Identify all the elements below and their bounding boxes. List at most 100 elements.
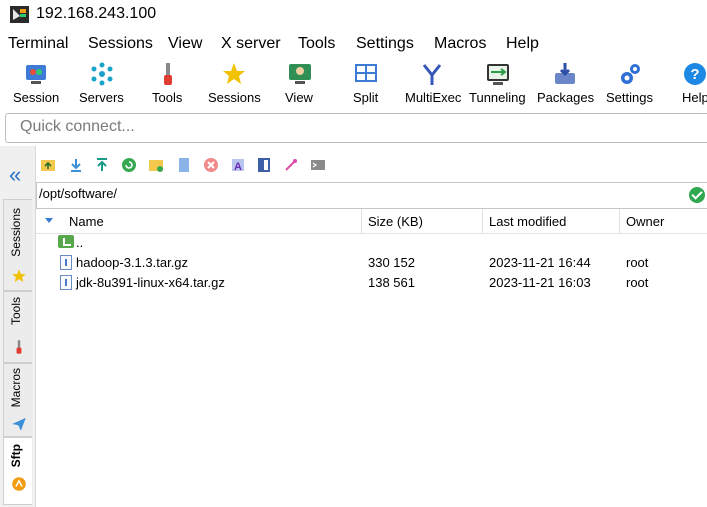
delete-icon[interactable] <box>203 157 219 173</box>
view-button[interactable]: View <box>280 58 320 108</box>
remote-path-text: /opt/software/ <box>39 186 118 201</box>
terminal-here-icon[interactable] <box>310 157 326 173</box>
window-title: 192.168.243.100 <box>36 5 157 22</box>
tunneling-icon <box>487 64 509 85</box>
packages-label: Packages <box>537 90 595 105</box>
column-last-modified[interactable]: Last modified <box>489 214 566 229</box>
parent-directory-row[interactable]: .. <box>36 233 707 253</box>
star-icon <box>12 269 26 283</box>
open-with-icon[interactable] <box>256 157 272 173</box>
file-owner: root <box>626 275 649 290</box>
split-button[interactable]: Split <box>348 58 384 108</box>
macros-icon <box>12 417 26 431</box>
side-tab-sftp-label: Sftp <box>9 444 23 468</box>
settings-button[interactable]: Settings <box>603 58 659 108</box>
title-bar: 192.168.243.100 <box>0 0 707 30</box>
menu-tools[interactable]: Tools <box>298 35 335 53</box>
main-toolbar: Session Servers Tools Sessions View Spli… <box>0 58 707 110</box>
menu-bar: Terminal Sessions View X server Tools Se… <box>0 33 707 57</box>
file-modified: 2023-11-21 16:44 <box>489 255 591 270</box>
parent-folder-icon[interactable] <box>40 157 56 173</box>
upload-icon[interactable] <box>94 157 110 173</box>
sort-desc-icon <box>45 218 53 223</box>
packages-icon <box>555 63 575 84</box>
settings-icon <box>621 64 640 84</box>
file-list-header: Name Size (KB) Last modified Owner <box>36 209 707 234</box>
file-size: 138 561 <box>368 275 415 290</box>
session-button[interactable]: Session <box>8 58 64 108</box>
multiexec-label: MultiExec <box>405 90 462 105</box>
side-tab-sftp[interactable]: Sftp <box>3 437 32 505</box>
mobaxterm-app-icon <box>10 6 29 23</box>
view-label: View <box>285 90 313 105</box>
side-tab-tools[interactable]: Tools <box>3 291 32 363</box>
column-size[interactable]: Size (KB) <box>368 214 423 229</box>
file-name: hadoop-3.1.3.tar.gz <box>76 255 189 270</box>
session-icon <box>26 65 46 84</box>
tools-button[interactable]: Tools <box>143 58 193 108</box>
menu-view[interactable]: View <box>168 35 202 53</box>
menu-x-server[interactable]: X server <box>221 35 281 53</box>
sessions-label: Sessions <box>208 90 261 105</box>
quick-connect-input[interactable]: Quick connect... <box>5 113 707 143</box>
svg-text:?: ? <box>690 66 699 83</box>
file-size: 330 152 <box>368 255 415 270</box>
file-row[interactable]: hadoop-3.1.3.tar.gz 330 152 2023-11-21 1… <box>36 253 707 273</box>
menu-sessions[interactable]: Sessions <box>88 35 153 53</box>
svg-text:A: A <box>234 161 242 173</box>
sftp-icon <box>12 477 26 491</box>
multiexec-button[interactable]: MultiExec <box>403 58 461 108</box>
sessions-button[interactable]: Sessions <box>204 58 264 108</box>
permissions-icon[interactable] <box>283 157 299 173</box>
side-tab-sessions[interactable]: Sessions <box>3 199 32 291</box>
path-ok-icon[interactable] <box>689 187 705 203</box>
column-divider[interactable] <box>619 209 620 233</box>
file-modified: 2023-11-21 16:03 <box>489 275 591 290</box>
split-icon <box>355 64 377 82</box>
tunneling-button[interactable]: Tunneling <box>467 58 529 108</box>
parent-directory-label: .. <box>76 235 84 250</box>
view-icon <box>289 64 311 84</box>
side-tab-sessions-label: Sessions <box>9 208 23 257</box>
collapse-sidebar-icon[interactable]: « <box>9 162 21 188</box>
tools-label: Tools <box>152 90 183 105</box>
tunneling-label: Tunneling <box>469 90 526 105</box>
menu-help[interactable]: Help <box>506 35 539 53</box>
archive-file-icon <box>60 275 72 290</box>
session-label: Session <box>13 90 60 105</box>
column-owner[interactable]: Owner <box>626 214 664 229</box>
side-tab-macros[interactable]: Macros <box>3 363 32 437</box>
new-folder-icon[interactable] <box>148 157 164 173</box>
refresh-icon[interactable] <box>121 157 137 173</box>
remote-path-input[interactable]: /opt/software/ <box>36 182 707 209</box>
split-label: Split <box>353 90 379 105</box>
file-row[interactable]: jdk-8u391-linux-x64.tar.gz 138 561 2023-… <box>36 273 707 293</box>
servers-button[interactable]: Servers <box>74 58 130 108</box>
sftp-toolbar: A <box>36 150 707 180</box>
packages-button[interactable]: Packages <box>535 58 595 108</box>
settings-label: Settings <box>606 90 653 105</box>
file-name: jdk-8u391-linux-x64.tar.gz <box>76 275 225 290</box>
multiexec-icon <box>422 64 442 85</box>
new-file-icon[interactable] <box>176 157 192 173</box>
quick-connect-placeholder: Quick connect... <box>20 118 135 135</box>
menu-settings[interactable]: Settings <box>356 35 414 53</box>
help-label: Help <box>682 90 707 105</box>
column-divider[interactable] <box>361 209 362 233</box>
menu-macros[interactable]: Macros <box>434 35 486 53</box>
help-icon: ? <box>684 63 706 85</box>
rename-icon[interactable]: A <box>230 157 246 173</box>
archive-file-icon <box>60 255 72 270</box>
menu-terminal[interactable]: Terminal <box>8 35 68 53</box>
tools-icon <box>164 63 172 85</box>
column-name[interactable]: Name <box>69 214 104 229</box>
parent-folder-icon <box>58 235 74 248</box>
side-tab-bar: « Sessions Tools Macros Sftp <box>0 146 36 507</box>
servers-icon <box>91 62 113 86</box>
column-divider[interactable] <box>482 209 483 233</box>
side-tab-macros-label: Macros <box>9 368 23 408</box>
download-icon[interactable] <box>68 157 84 173</box>
star-icon <box>223 63 245 84</box>
help-button[interactable]: ? Help <box>675 58 707 108</box>
servers-label: Servers <box>79 90 124 105</box>
